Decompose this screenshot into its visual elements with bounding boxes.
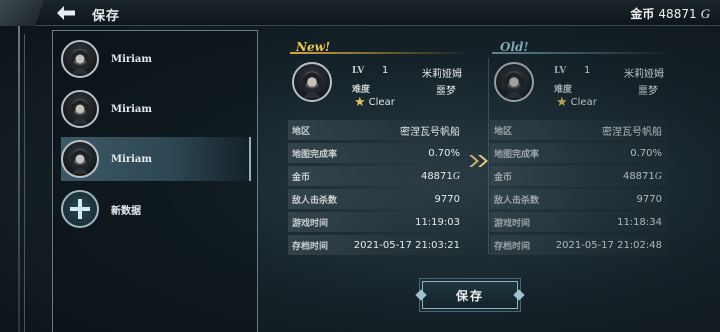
save-slot-list: Miriam Miriam Miriam 新数据 (52, 30, 258, 332)
difficulty-value: 噩梦 (436, 86, 456, 97)
detail-row-kills: 敌人击杀数 9770 (288, 189, 466, 209)
row-value: 48871G (623, 171, 662, 182)
clear-label: Clear (570, 97, 597, 108)
row-value: 2021-05-17 21:02:48 (555, 239, 662, 251)
star-icon: ★ (556, 95, 568, 110)
row-value: 0.70% (428, 147, 460, 159)
row-value: 9770 (636, 193, 662, 205)
avatar (292, 62, 332, 102)
double-chevron-right-icon (468, 154, 490, 168)
level-value: 1 (382, 65, 389, 76)
new-header-underline (290, 52, 470, 54)
avatar (61, 140, 99, 178)
old-header-underline (492, 52, 672, 54)
character-name: 米莉娅姆 (422, 69, 462, 80)
slot-name: Miriam (111, 103, 152, 115)
new-save-summary: LV 1 米莉娅姆 难度 噩梦 ★ Clear (290, 58, 468, 112)
row-value: 密涅瓦号帆船 (400, 126, 460, 138)
row-label: 敌人击杀数 (494, 195, 540, 206)
row-label: 敌人击杀数 (292, 195, 338, 206)
detail-row-kills: 敌人击杀数 9770 (490, 189, 668, 209)
frame-border-inner (24, 34, 25, 332)
detail-row-gold: 金币 48871G (490, 166, 668, 186)
detail-row-map-completion: 地图完成率 0.70% (490, 143, 668, 163)
character-portrait-icon (71, 99, 89, 124)
detail-row-map-completion: 地图完成率 0.70% (288, 143, 466, 163)
gold-amount: 48871 (622, 170, 655, 182)
row-value: 48871G (421, 171, 460, 182)
detail-row-playtime: 游戏时间 11:19:03 (288, 212, 466, 232)
row-label: 存档时间 (292, 241, 329, 252)
detail-row-gold: 金币 48871G (288, 166, 466, 186)
save-slot-3[interactable]: Miriam (61, 137, 251, 181)
back-arrow-icon (57, 6, 75, 20)
row-label: 地区 (292, 126, 311, 137)
row-value: 9770 (434, 193, 460, 205)
old-save-summary: LV 1 米莉娅姆 难度 噩梦 ★ Clear (492, 58, 670, 112)
top-bar: 保存 金币 48871 G (0, 0, 720, 26)
row-label: 金币 (494, 172, 513, 183)
row-value: 11:18:34 (617, 216, 662, 228)
slot-name: Miriam (111, 153, 152, 165)
back-button[interactable] (50, 3, 82, 23)
detail-row-playtime: 游戏时间 11:18:34 (490, 212, 668, 232)
old-save-details: 地区 密涅瓦号帆船 地图完成率 0.70% 金币 48871G 敌人击杀数 97… (490, 120, 668, 258)
currency-display: 金币 48871 G (630, 5, 710, 22)
clear-status: ★ Clear (556, 96, 597, 109)
clear-label: Clear (368, 97, 395, 108)
row-label: 存档时间 (494, 241, 531, 252)
gold-symbol: G (452, 170, 460, 182)
detail-row-save-time: 存档时间 2021-05-17 21:03:21 (288, 235, 466, 255)
avatar (61, 40, 99, 78)
star-icon: ★ (354, 95, 366, 110)
row-value: 11:19:03 (415, 216, 460, 228)
new-data-slot[interactable]: 新数据 (61, 187, 251, 231)
new-save-details: 地区 密涅瓦号帆船 地图完成率 0.70% 金币 48871G 敌人击杀数 97… (288, 120, 466, 258)
character-portrait-icon (71, 49, 89, 74)
save-button[interactable]: 保存 (422, 281, 518, 309)
row-label: 地区 (494, 126, 513, 137)
row-value: 0.70% (630, 147, 662, 159)
frame-border (18, 26, 20, 332)
row-value: 密涅瓦号帆船 (602, 126, 662, 138)
row-label: 游戏时间 (494, 218, 531, 229)
gold-amount: 48871 (420, 170, 453, 182)
page-title: 保存 (92, 9, 121, 24)
slot-name: Miriam (111, 53, 152, 65)
row-value: 2021-05-17 21:03:21 (353, 239, 460, 251)
level-label: LV (554, 66, 567, 76)
row-label: 游戏时间 (292, 218, 329, 229)
detail-row-area: 地区 密涅瓦号帆船 (490, 120, 668, 140)
difficulty-label: 难度 (352, 85, 371, 95)
currency-value: 48871 (658, 6, 697, 21)
level-value: 1 (584, 65, 591, 76)
level-label: LV (352, 66, 365, 76)
character-portrait-icon (71, 149, 89, 174)
avatar (494, 62, 534, 102)
difficulty-label: 难度 (554, 85, 573, 95)
detail-row-area: 地区 密涅瓦号帆船 (288, 120, 466, 140)
row-label: 金币 (292, 172, 311, 183)
gold-symbol: G (654, 170, 662, 182)
character-name: 米莉娅姆 (624, 69, 664, 80)
row-label: 地图完成率 (494, 149, 540, 160)
row-label: 地图完成率 (292, 149, 338, 160)
difficulty-value: 噩梦 (638, 86, 658, 97)
corner-ornament (0, 0, 44, 26)
save-slot-2[interactable]: Miriam (61, 87, 251, 131)
slot-name: 新数据 (111, 205, 141, 217)
plus-icon (61, 190, 99, 228)
currency-label: 金币 (630, 7, 655, 21)
clear-status: ★ Clear (354, 96, 395, 109)
character-portrait-icon (504, 71, 524, 98)
character-portrait-icon (302, 71, 322, 98)
save-slot-1[interactable]: Miriam (61, 37, 251, 81)
currency-symbol: G (700, 5, 710, 21)
detail-row-save-time: 存档时间 2021-05-17 21:02:48 (490, 235, 668, 255)
avatar (61, 90, 99, 128)
